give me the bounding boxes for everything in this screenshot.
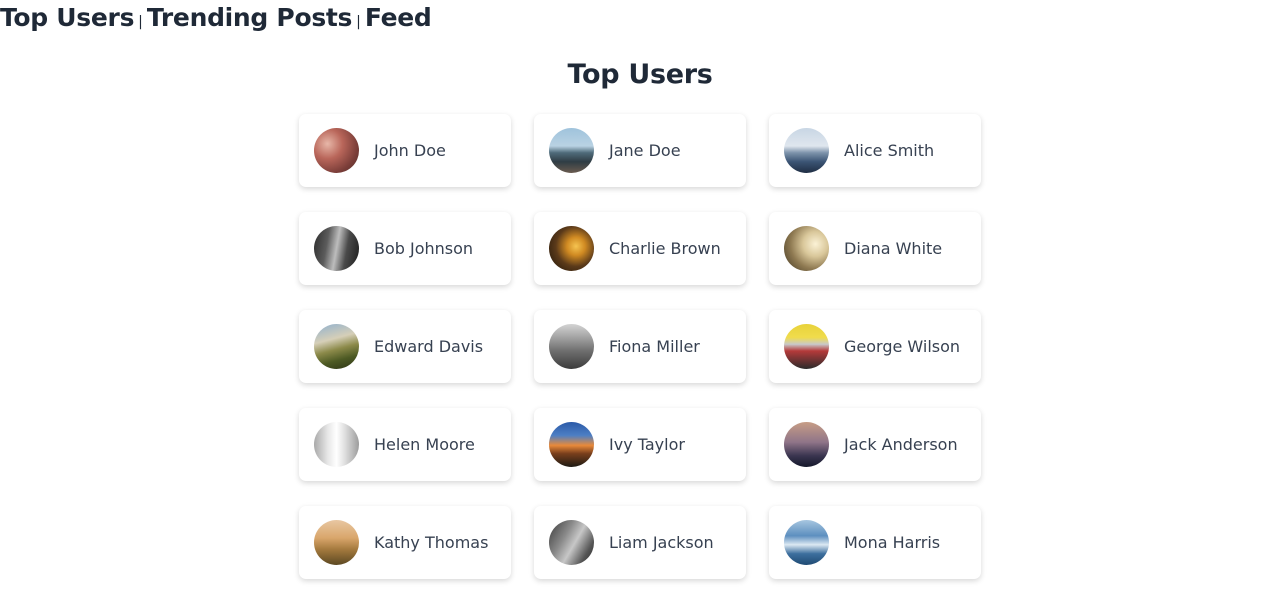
nav-separator: |: [356, 14, 361, 30]
user-card[interactable]: Helen Moore: [299, 408, 511, 481]
user-card[interactable]: Charlie Brown: [534, 212, 746, 285]
user-card[interactable]: Liam Jackson: [534, 506, 746, 579]
user-avatar: [784, 520, 829, 565]
user-card[interactable]: Kathy Thomas: [299, 506, 511, 579]
nav-link-trending-posts[interactable]: Trending Posts: [147, 0, 353, 36]
user-card[interactable]: Alice Smith: [769, 114, 981, 187]
user-avatar: [314, 324, 359, 369]
user-name: Edward Davis: [374, 337, 484, 356]
user-avatar: [549, 226, 594, 271]
nav-link-top-users[interactable]: Top Users: [0, 0, 134, 36]
user-name: John Doe: [374, 141, 446, 160]
user-name: Helen Moore: [374, 435, 475, 454]
user-card[interactable]: Bob Johnson: [299, 212, 511, 285]
user-avatar: [784, 324, 829, 369]
user-name: Charlie Brown: [609, 239, 721, 258]
user-name: Alice Smith: [844, 141, 935, 160]
user-avatar: [784, 422, 829, 467]
user-name: Diana White: [844, 239, 943, 258]
user-name: Jane Doe: [609, 141, 681, 160]
user-name: Liam Jackson: [609, 533, 714, 552]
user-avatar: [314, 128, 359, 173]
user-card[interactable]: Fiona Miller: [534, 310, 746, 383]
user-avatar: [314, 226, 359, 271]
user-name: George Wilson: [844, 337, 961, 356]
user-avatar: [314, 520, 359, 565]
user-avatar: [784, 226, 829, 271]
user-card[interactable]: Diana White: [769, 212, 981, 285]
user-avatar: [784, 128, 829, 173]
user-name: Mona Harris: [844, 533, 941, 552]
user-name: Jack Anderson: [844, 435, 958, 454]
top-nav: Top Users | Trending Posts | Feed: [0, 0, 432, 36]
user-avatar: [549, 422, 594, 467]
user-card[interactable]: Mona Harris: [769, 506, 981, 579]
user-name: Ivy Taylor: [609, 435, 685, 454]
user-card[interactable]: John Doe: [299, 114, 511, 187]
user-name: Fiona Miller: [609, 337, 700, 356]
user-card[interactable]: Ivy Taylor: [534, 408, 746, 481]
user-avatar: [549, 520, 594, 565]
user-card[interactable]: George Wilson: [769, 310, 981, 383]
user-avatar: [549, 324, 594, 369]
user-name: Bob Johnson: [374, 239, 474, 258]
user-name: Kathy Thomas: [374, 533, 489, 552]
nav-link-feed[interactable]: Feed: [365, 0, 432, 36]
user-card[interactable]: Jack Anderson: [769, 408, 981, 481]
user-card[interactable]: Jane Doe: [534, 114, 746, 187]
page-title: Top Users: [567, 59, 713, 90]
user-avatar: [549, 128, 594, 173]
user-grid: John Doe Jane Doe Alice Smith Bob Johnso…: [299, 114, 982, 579]
user-avatar: [314, 422, 359, 467]
nav-separator: |: [138, 14, 143, 30]
user-card[interactable]: Edward Davis: [299, 310, 511, 383]
